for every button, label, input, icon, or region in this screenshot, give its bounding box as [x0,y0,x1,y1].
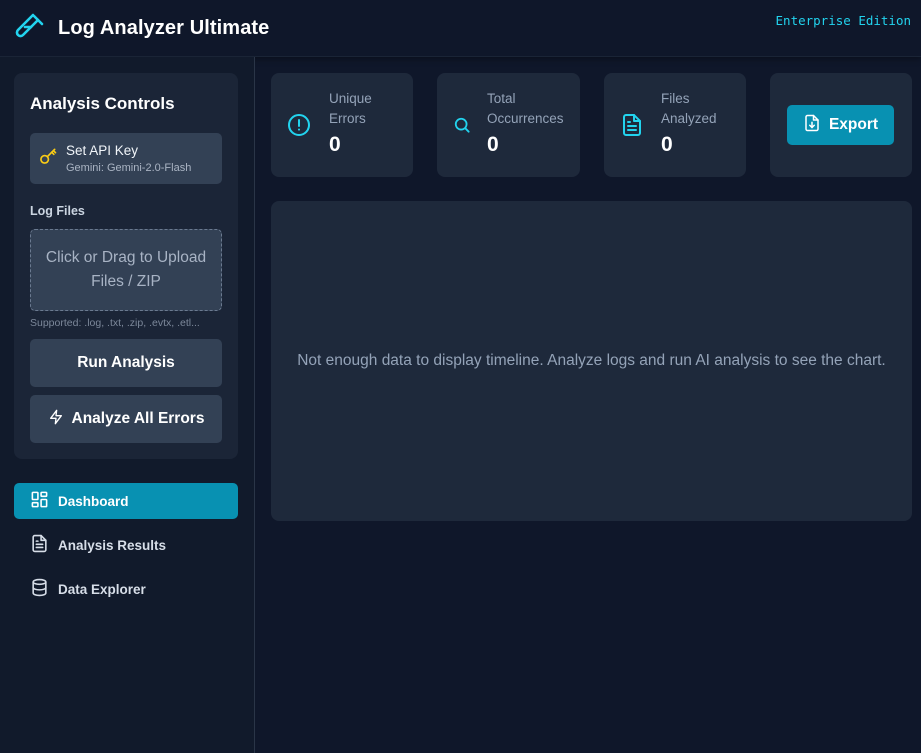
document-icon [30,534,49,556]
key-icon [38,146,58,171]
stat-text: Total Occurrences 0 [487,89,564,158]
stat-label-line1: Total [487,91,516,106]
brand: Log Analyzer Ultimate [14,12,269,44]
set-api-key-button[interactable]: Set API Key Gemini: Gemini-2.0-Flash [30,133,222,184]
analyze-all-errors-button[interactable]: Analyze All Errors [30,395,222,443]
app-header: Log Analyzer Ultimate Enterprise Edition [0,0,921,57]
log-files-label: Log Files [30,204,85,218]
test-tube-icon [14,12,46,44]
supported-formats-text: Supported: .log, .txt, .zip, .evtx, .etl… [30,317,200,329]
stat-card-total-occurrences: Total Occurrences 0 [437,73,580,177]
stat-text: Files Analyzed 0 [661,89,717,158]
nav-item-label: Dashboard [58,493,129,509]
export-card: Export [770,73,912,177]
stat-value: 0 [661,133,673,156]
stat-label-line2: Analyzed [661,111,717,126]
export-button[interactable]: Export [787,105,894,145]
stat-label-line2: Occurrences [487,111,564,126]
nav-item-label: Analysis Results [58,537,167,553]
run-analysis-label: Run Analysis [77,354,175,371]
sidebar: Analysis Controls Set API Key Gemini: Ge… [0,57,255,753]
stat-label-line1: Unique [329,91,372,106]
nav-item-analysis-results[interactable]: Analysis Results [14,527,238,563]
search-icon [450,113,474,137]
chart-empty-message: Not enough data to display timeline. Ana… [297,352,886,369]
analyze-all-errors-label: Analyze All Errors [71,410,205,427]
export-label: Export [828,116,879,133]
api-key-text: Set API Key Gemini: Gemini-2.0-Flash [66,142,191,176]
nav-item-dashboard[interactable]: Dashboard [14,483,238,519]
stat-text: Unique Errors 0 [329,89,372,158]
nav-item-label: Data Explorer [58,581,146,597]
stat-label-line2: Errors [329,111,366,126]
file-text-icon [620,113,644,137]
edition-label: Enterprise Edition [775,12,911,28]
nav-item-data-explorer[interactable]: Data Explorer [14,571,238,607]
timeline-chart-panel: Not enough data to display timeline. Ana… [271,201,912,521]
stat-card-files-analyzed: Files Analyzed 0 [604,73,746,177]
api-key-label: Set API Key [66,142,139,158]
stat-card-unique-errors: Unique Errors 0 [271,73,413,177]
file-download-icon [803,114,821,137]
analysis-controls-panel: Analysis Controls Set API Key Gemini: Ge… [14,73,238,459]
app-title: Log Analyzer Ultimate [58,16,270,39]
run-analysis-button[interactable]: Run Analysis [30,339,222,387]
file-upload-dropzone[interactable]: Click or Drag to Upload Files / ZIP [30,229,222,311]
api-model-label: Gemini: Gemini-2.0-Flash [66,161,192,174]
lightning-icon [48,409,64,430]
database-icon [30,578,49,600]
stat-label-line1: Files [661,91,690,106]
alert-circle-icon [287,113,311,137]
panel-title: Analysis Controls [30,94,175,113]
stat-value: 0 [329,133,341,156]
stat-value: 0 [487,133,499,156]
dashboard-icon [30,490,49,512]
sidebar-nav: Dashboard Analysis Results Data Explorer [14,483,238,615]
app-window: Log Analyzer Ultimate Enterprise Edition… [0,0,921,753]
